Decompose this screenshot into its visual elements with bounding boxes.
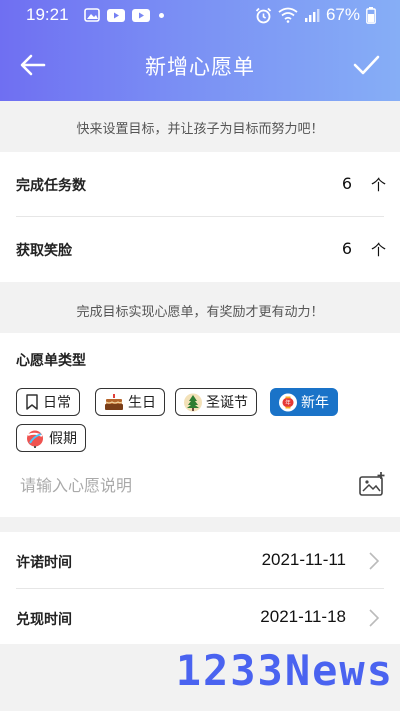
wish-type-card: 心愿单类型 日常 生日 圣诞节 年 新年 假期 — [0, 333, 400, 517]
wish-type-label: 生日 — [128, 395, 156, 411]
confirm-check-icon[interactable] — [352, 52, 380, 78]
lantern-icon: 年 — [279, 393, 297, 411]
wish-type-label: 新年 — [301, 395, 329, 411]
wifi-icon — [278, 7, 298, 23]
wish-description-input[interactable] — [20, 470, 340, 500]
cake-icon — [105, 394, 123, 410]
bookmark-icon — [26, 394, 38, 410]
battery-percent: 67% — [325, 5, 360, 24]
add-image-icon[interactable] — [358, 471, 386, 497]
task-count-value[interactable]: 6 — [342, 174, 352, 193]
wish-type-label: 日常 — [43, 395, 71, 411]
smile-count-value[interactable]: 6 — [342, 239, 352, 258]
svg-text:年: 年 — [285, 398, 291, 406]
battery-icon — [366, 6, 376, 24]
status-bar: 19:21 67% — [0, 0, 400, 30]
smile-count-label: 获取笑脸 — [16, 243, 72, 259]
gallery-icon — [84, 8, 100, 22]
beach-ball-icon — [27, 430, 43, 448]
notification-icons — [84, 8, 164, 22]
page-title: 新增心愿单 — [145, 55, 255, 79]
smile-count-unit: 个 — [370, 241, 386, 259]
youtube-icon — [132, 8, 150, 22]
wish-type-birthday[interactable]: 生日 — [95, 388, 165, 416]
promise-date-label: 许诺时间 — [16, 555, 72, 571]
watermark-logo: 1233News — [175, 646, 394, 695]
chevron-right-icon — [369, 609, 380, 627]
smile-count-row[interactable]: 获取笑脸 6 个 — [0, 217, 400, 281]
signal-icon — [304, 8, 320, 22]
wish-type-christmas[interactable]: 圣诞节 — [175, 388, 257, 416]
status-time: 19:21 — [26, 5, 69, 24]
alarm-icon — [255, 7, 272, 23]
wish-type-holiday[interactable]: 假期 — [16, 424, 86, 452]
back-arrow-icon[interactable] — [18, 52, 48, 78]
wish-type-label: 圣诞节 — [206, 395, 248, 411]
dates-card: 许诺时间 2021-11-11 兑现时间 2021-11-18 — [0, 532, 400, 644]
system-icons: 67% — [255, 5, 376, 25]
header-bar: 19:21 67% 新增心愿单 — [0, 0, 400, 101]
top-hint-text: 快来设置目标，并让孩子为目标而努力吧！ — [76, 122, 324, 137]
redeem-date-value[interactable]: 2021-11-18 — [260, 607, 346, 627]
redeem-date-label: 兑现时间 — [16, 612, 72, 628]
wish-type-label: 假期 — [49, 431, 77, 447]
christmas-tree-icon — [184, 393, 202, 411]
task-count-row[interactable]: 完成任务数 6 个 — [0, 152, 400, 216]
youtube-icon — [107, 8, 125, 22]
promise-date-value[interactable]: 2021-11-11 — [262, 550, 346, 570]
redeem-date-row[interactable]: 兑现时间 2021-11-18 — [0, 589, 400, 645]
goal-settings-card: 完成任务数 6 个 获取笑脸 6 个 — [0, 152, 400, 282]
wish-type-daily[interactable]: 日常 — [16, 388, 80, 416]
promise-date-row[interactable]: 许诺时间 2021-11-11 — [0, 532, 400, 588]
more-notifications-dot — [159, 12, 164, 18]
task-count-label: 完成任务数 — [16, 178, 86, 194]
chevron-right-icon — [369, 552, 380, 570]
wish-type-title: 心愿单类型 — [16, 353, 86, 369]
navigation-bar: 新增心愿单 — [0, 30, 400, 101]
task-count-unit: 个 — [370, 176, 386, 194]
wish-type-new-year[interactable]: 年 新年 — [270, 388, 338, 416]
middle-hint-text: 完成目标实现心愿单，有奖励才更有动力！ — [76, 305, 324, 320]
